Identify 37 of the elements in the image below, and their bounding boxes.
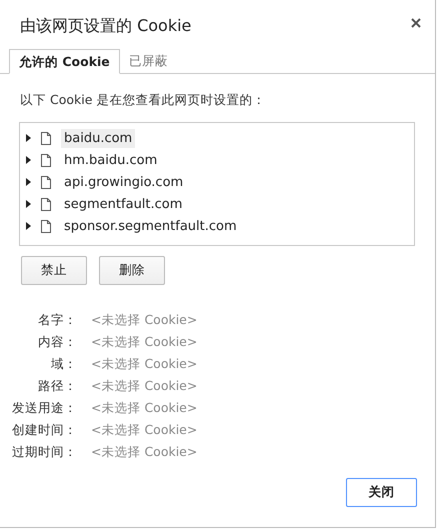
window-title: 由该网页设置的 Cookie — [20, 16, 192, 37]
caret-right-icon[interactable] — [26, 134, 31, 142]
field-value: <未选择 Cookie> — [91, 377, 198, 394]
tree-item[interactable]: baidu.com — [61, 128, 136, 148]
caret-right-icon[interactable] — [26, 178, 31, 186]
tree-item[interactable]: hm.baidu.com — [61, 150, 160, 170]
caret-right-icon[interactable] — [26, 200, 31, 208]
field-label: 内容： — [37, 333, 77, 350]
field-label: 创建时间： — [11, 421, 77, 438]
field-label: 发送用途： — [11, 399, 77, 416]
file-icon — [41, 198, 51, 210]
file-icon — [41, 176, 51, 188]
field-value: <未选择 Cookie> — [91, 443, 198, 460]
action-button[interactable]: 删除 — [99, 256, 165, 285]
file-icon — [41, 220, 51, 232]
caret-right-icon[interactable] — [26, 222, 31, 230]
file-icon — [41, 154, 51, 166]
caret-right-icon[interactable] — [26, 156, 31, 164]
field-value: <未选择 Cookie> — [91, 399, 198, 416]
close-button[interactable]: 关闭 — [346, 478, 417, 507]
close-icon[interactable] — [411, 18, 421, 28]
field-label: 域： — [50, 355, 77, 372]
field-label: 过期时间： — [11, 443, 77, 460]
action-button[interactable]: 禁止 — [21, 256, 87, 285]
field-label: 路径： — [37, 377, 77, 394]
field-value: <未选择 Cookie> — [91, 333, 198, 350]
field-value: <未选择 Cookie> — [91, 355, 198, 372]
tree-item[interactable]: sponsor.segmentfault.com — [61, 216, 240, 236]
tab[interactable]: 允许的 Cookie — [9, 49, 120, 74]
file-icon — [41, 132, 51, 144]
field-label: 名字： — [37, 311, 77, 328]
tab[interactable]: 已屏蔽 — [120, 49, 177, 73]
field-value: <未选择 Cookie> — [91, 421, 198, 438]
intro-text: 以下 Cookie 是在您查看此网页时设置的： — [20, 92, 266, 109]
field-value: <未选择 Cookie> — [91, 311, 198, 328]
tree-item[interactable]: api.growingio.com — [61, 172, 186, 192]
tree-item[interactable]: segmentfault.com — [61, 194, 186, 214]
